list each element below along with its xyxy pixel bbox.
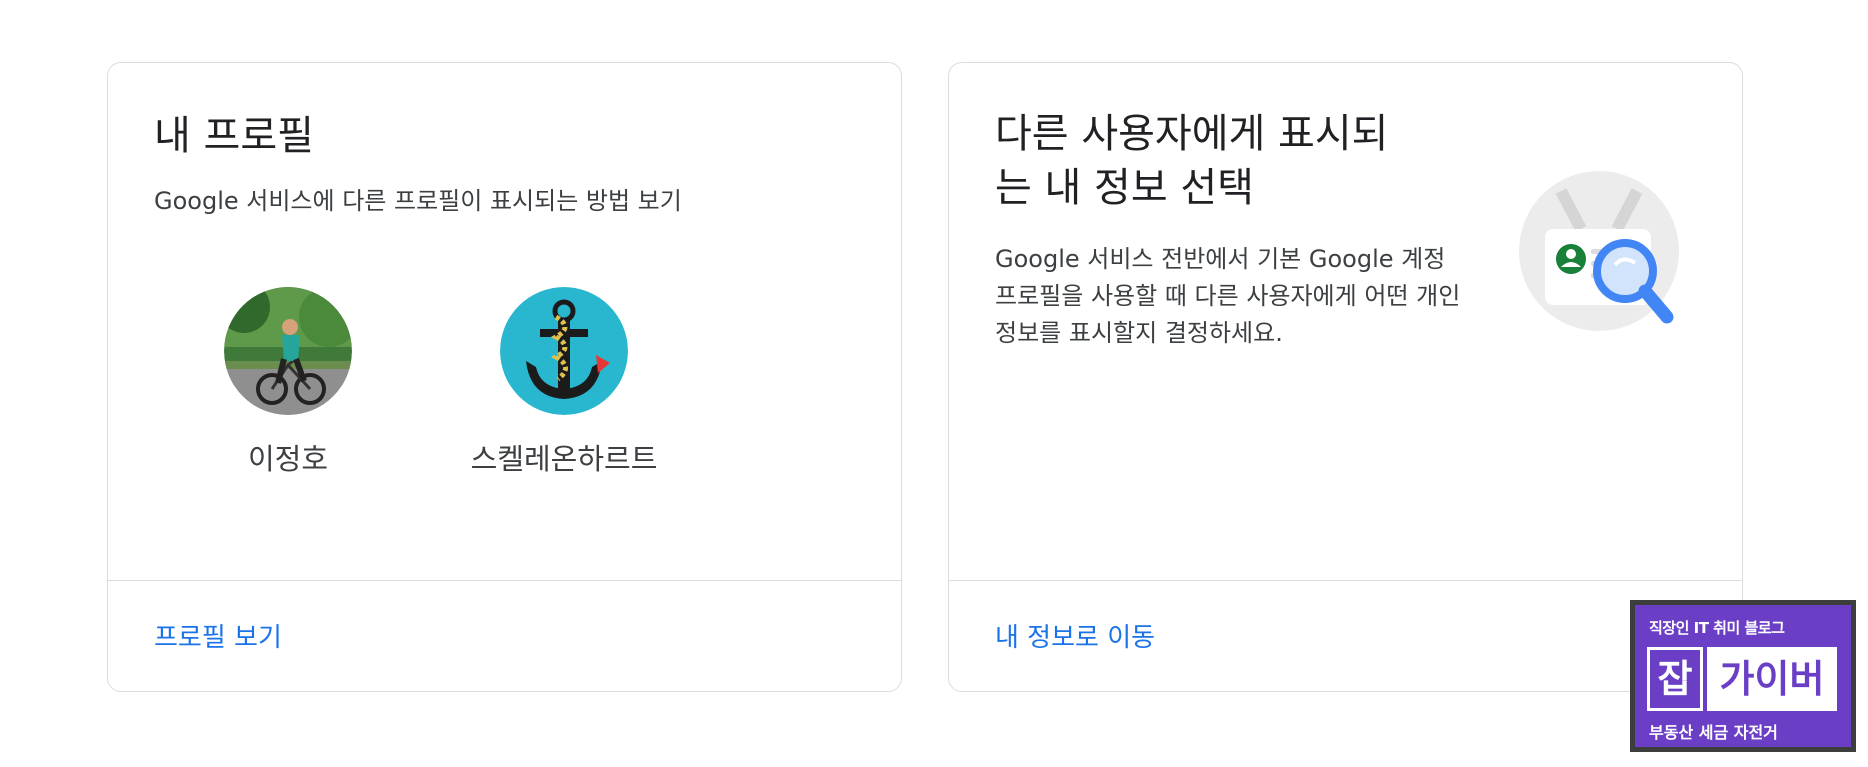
profile-card: 내 프로필 Google 서비스에 다른 프로필이 표시되는 방법 보기 이정호 xyxy=(107,62,902,692)
info-card-footer: 내 정보로 이동 xyxy=(949,580,1742,691)
profile-name: 스켈레온하르트 xyxy=(470,442,658,476)
profile-item[interactable]: 이정호 xyxy=(188,287,388,481)
badge-box1: 잡 xyxy=(1647,647,1703,711)
badge-box2: 가이버 xyxy=(1707,647,1837,711)
avatar-anchor xyxy=(500,287,628,415)
profile-item[interactable]: 스켈레온하르트 xyxy=(464,287,664,481)
avatar-cyclist xyxy=(224,287,352,415)
blog-watermark-badge: 직장인 IT 취미 블로그 잡 가이버 부동산 세금 자전거 xyxy=(1630,600,1856,752)
view-profile-link[interactable]: 프로필 보기 xyxy=(154,617,282,654)
profile-card-footer: 프로필 보기 xyxy=(108,580,901,691)
info-card-title-line2: 는 내 정보 선택 xyxy=(995,165,1254,211)
info-visibility-card: 다른 사용자에게 표시되 는 내 정보 선택 Google 서비스 전반에서 기… xyxy=(948,62,1743,692)
go-to-my-info-link[interactable]: 내 정보로 이동 xyxy=(995,617,1155,654)
id-card-search-illustration-icon xyxy=(1519,171,1679,331)
profile-name: 이정호 xyxy=(247,442,329,476)
info-card-title-line1: 다른 사용자에게 표시되 xyxy=(995,111,1389,157)
badge-top-text: 직장인 IT 취미 블로그 xyxy=(1649,619,1785,637)
profile-card-subtitle: Google 서비스에 다른 프로필이 표시되는 방법 보기 xyxy=(154,187,682,215)
badge-background: 직장인 IT 취미 블로그 잡 가이버 부동산 세금 자전거 xyxy=(1635,605,1851,747)
badge-bottom-text: 부동산 세금 자전거 xyxy=(1649,723,1778,742)
profile-card-title: 내 프로필 xyxy=(154,113,314,159)
info-card-description: Google 서비스 전반에서 기본 Google 계정 프로필을 사용할 때 … xyxy=(995,245,1461,347)
